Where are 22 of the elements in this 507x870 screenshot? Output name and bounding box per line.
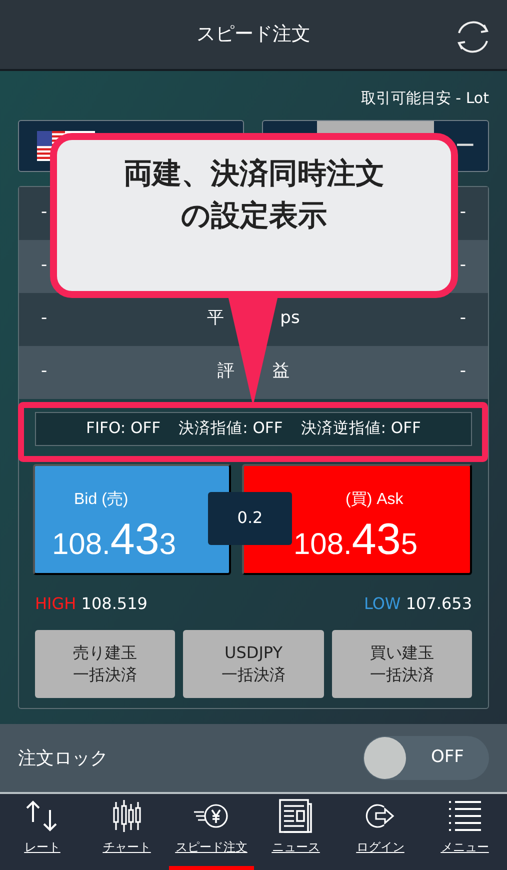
- row-value: -: [460, 360, 466, 384]
- available-lot-text: 取引可能目安 - Lot: [360, 89, 489, 107]
- low-price: LOW 107.653: [364, 592, 472, 614]
- row-label: 評: [218, 360, 234, 384]
- row-value: -: [460, 307, 466, 330]
- row-value: -: [41, 307, 48, 330]
- row-label: ps: [280, 307, 300, 330]
- order-lock-label: 注文ロック: [18, 746, 108, 770]
- row-value: -: [41, 201, 48, 224]
- row-value: -: [460, 201, 466, 224]
- row-label: 益: [272, 360, 290, 384]
- spread-tooltip: 0.2: [208, 492, 292, 544]
- callout-tooltip: 両建、決済同時注文 の設定表示: [50, 133, 458, 298]
- setting-text: FIFO: OFF: [86, 418, 161, 439]
- setting-text: 決済逆指値: OFF: [300, 418, 421, 439]
- screen-title: スピード注文: [196, 22, 310, 48]
- setting-text: 決済指値: OFF: [178, 418, 283, 439]
- row-value: -: [41, 254, 48, 278]
- row-value: -: [460, 254, 466, 278]
- high-price: HIGH 108.519: [35, 592, 148, 614]
- row-value: -: [41, 360, 48, 384]
- row-label: 平: [207, 307, 224, 330]
